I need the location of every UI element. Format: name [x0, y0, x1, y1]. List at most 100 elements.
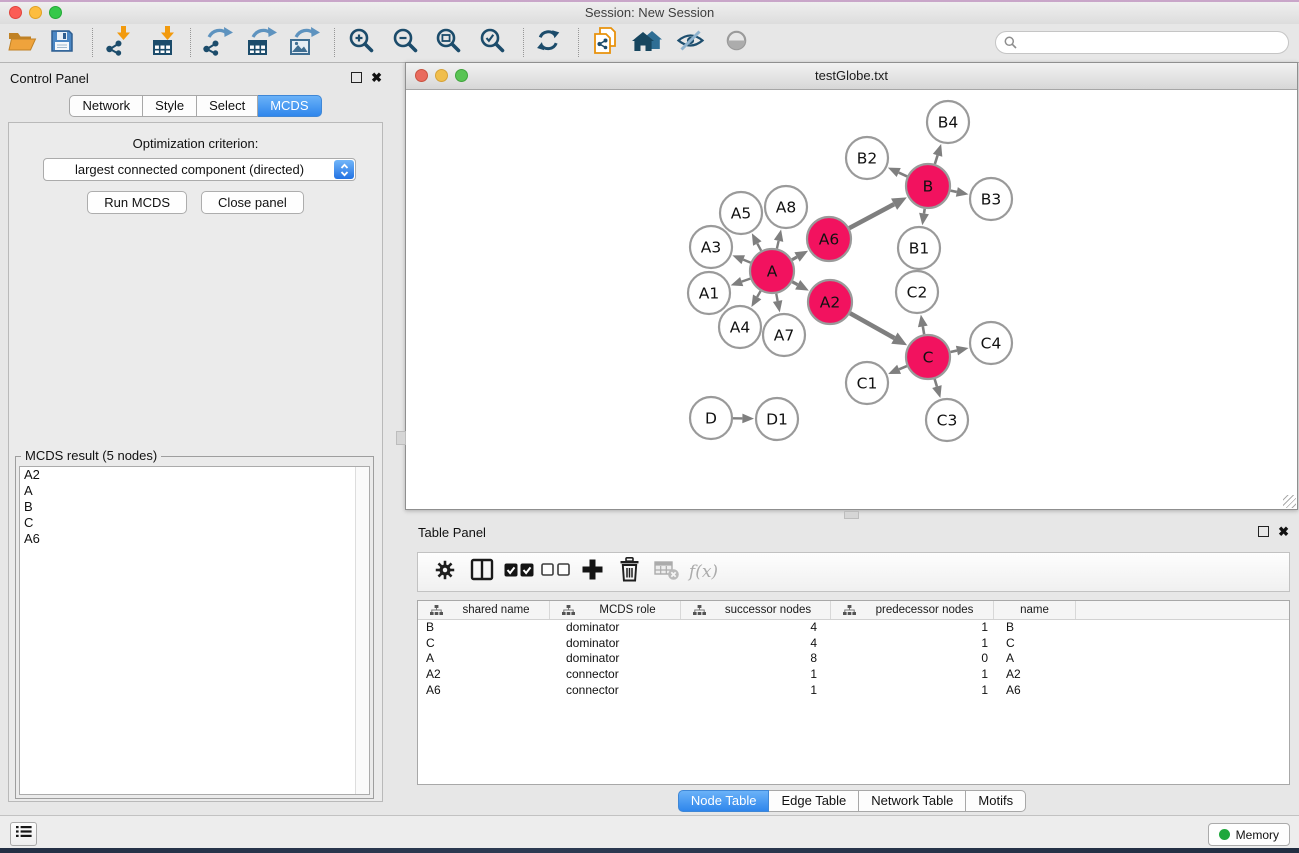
edge-arrowhead — [919, 213, 929, 225]
graph-edge-B-B3[interactable] — [951, 191, 957, 192]
close-panel-icon[interactable]: ✖ — [371, 72, 382, 83]
duplicate-network-button[interactable] — [585, 26, 625, 60]
mcds-result-scrollbar[interactable] — [355, 467, 369, 794]
table-row[interactable]: A6connector11A6 — [418, 683, 1289, 699]
mcds-result-item[interactable]: A2 — [20, 467, 369, 483]
tab-edge-table[interactable]: Edge Table — [769, 790, 859, 812]
edge-arrowhead — [731, 277, 744, 286]
close-network-button[interactable] — [415, 69, 428, 82]
minimize-network-button[interactable] — [435, 69, 448, 82]
export-table-button[interactable] — [241, 26, 281, 60]
show-columns-button[interactable] — [463, 555, 500, 589]
select-all-columns-button[interactable] — [500, 555, 537, 589]
column-header-successor-nodes[interactable]: successor nodes — [681, 601, 831, 619]
resize-grip-icon[interactable] — [1283, 495, 1296, 508]
run-mcds-button[interactable]: Run MCDS — [87, 191, 187, 214]
graph-edge-A-A4[interactable] — [757, 291, 760, 297]
homes-icon — [632, 29, 663, 58]
close-panel-button[interactable]: Close panel — [201, 191, 304, 214]
mcds-result-item[interactable]: B — [20, 499, 369, 515]
hide-panels-button[interactable] — [670, 26, 710, 60]
graph-edge-A-A6[interactable] — [792, 257, 797, 260]
import-table-button[interactable] — [146, 26, 186, 60]
graph-edge-A-A3[interactable] — [743, 260, 750, 263]
close-panel-icon[interactable]: ✖ — [1278, 526, 1289, 537]
close-window-button[interactable] — [9, 6, 22, 19]
function-builder-button[interactable]: f(x) — [685, 555, 722, 589]
zoom-in-button[interactable] — [341, 26, 381, 60]
graph-edge-B-B2[interactable] — [899, 173, 907, 177]
table-row[interactable]: A2connector11A2 — [418, 667, 1289, 683]
criterion-dropdown[interactable]: largest connected component (directed) — [43, 158, 356, 181]
graph-edge-A-A1[interactable] — [742, 279, 751, 282]
save-session-button[interactable] — [42, 26, 82, 60]
tab-network-table[interactable]: Network Table — [859, 790, 966, 812]
zoom-network-button[interactable] — [455, 69, 468, 82]
graph-edge-A-A5[interactable] — [757, 244, 761, 251]
graph-node-label: D1 — [766, 411, 788, 429]
mcds-result-item[interactable]: A6 — [20, 531, 369, 547]
tab-mcds[interactable]: MCDS — [258, 95, 321, 117]
zoom-window-button[interactable] — [49, 6, 62, 19]
tab-select[interactable]: Select — [197, 95, 258, 117]
table-cell: A6 — [994, 683, 1076, 699]
mcds-result-item[interactable]: C — [20, 515, 369, 531]
zoom-selected-button[interactable] — [472, 26, 512, 60]
delete-table-button[interactable] — [648, 555, 685, 589]
graph-edge-A6-B[interactable] — [849, 204, 894, 228]
network-canvas[interactable]: B4B2BB3A8A5A6A3B1AC2A1A2A4A7C4CC1DD1C3 — [406, 90, 1297, 509]
column-header-name[interactable]: name — [994, 601, 1076, 619]
graphics-details-button[interactable] — [716, 26, 756, 60]
deselect-all-columns-button[interactable] — [537, 555, 574, 589]
graph-edge-B-B1[interactable] — [924, 209, 925, 214]
table-cell: A — [994, 651, 1076, 667]
tab-motifs[interactable]: Motifs — [966, 790, 1026, 812]
graph-node-label: C4 — [981, 335, 1002, 353]
graph-edge-A-A7[interactable] — [776, 294, 777, 301]
column-type-icon — [837, 605, 856, 616]
apply-layout-button[interactable] — [528, 26, 568, 60]
network-overview-button[interactable] — [627, 26, 667, 60]
column-header-shared-name[interactable]: shared name — [418, 601, 550, 619]
graph-edge-C-C2[interactable] — [923, 326, 924, 334]
column-header-MCDS-role[interactable]: MCDS role — [550, 601, 681, 619]
import-network-button[interactable] — [100, 26, 140, 60]
column-header-predecessor-nodes[interactable]: predecessor nodes — [831, 601, 994, 619]
table-panel: Table Panel ✖ — [405, 520, 1299, 812]
float-panel-icon[interactable] — [351, 72, 362, 83]
tab-network[interactable]: Network — [69, 95, 143, 117]
graph-edge-A-A2[interactable] — [792, 282, 797, 285]
vertical-splitter-handle[interactable] — [396, 431, 406, 445]
horizontal-splitter-handle[interactable] — [844, 511, 859, 519]
search-input[interactable] — [1022, 33, 1281, 54]
float-panel-icon[interactable] — [1258, 526, 1269, 537]
tab-style[interactable]: Style — [143, 95, 197, 117]
minimize-window-button[interactable] — [29, 6, 42, 19]
graph-edge-C-C4[interactable] — [950, 351, 956, 352]
export-network-button[interactable] — [197, 26, 237, 60]
table-row[interactable]: Cdominator41C — [418, 636, 1289, 652]
tab-node-table[interactable]: Node Table — [678, 790, 770, 812]
create-column-button[interactable] — [574, 555, 611, 589]
table-row[interactable]: Bdominator41B — [418, 620, 1289, 636]
graph-edge-C-C1[interactable] — [899, 366, 907, 369]
table-cell: dominator — [550, 620, 681, 636]
task-history-button[interactable] — [10, 822, 37, 846]
column-type-icon — [424, 605, 443, 616]
graph-edge-A-A8[interactable] — [777, 241, 779, 249]
graph-edge-A2-C[interactable] — [850, 313, 894, 338]
zoom-out-button[interactable] — [385, 26, 425, 60]
table-settings-button[interactable] — [426, 555, 463, 589]
delete-columns-button[interactable] — [611, 555, 648, 589]
memory-button[interactable]: Memory — [1208, 823, 1290, 846]
table-row[interactable]: Adominator80A — [418, 651, 1289, 667]
zoom-fit-button[interactable] — [428, 26, 468, 60]
graph-edge-C-C3[interactable] — [935, 379, 937, 387]
open-session-button[interactable] — [2, 26, 42, 60]
edge-arrowhead — [932, 385, 941, 398]
refresh-arrows-icon — [535, 27, 562, 59]
mcds-result-item[interactable]: A — [20, 483, 369, 499]
export-table-icon — [244, 26, 278, 61]
graph-edge-B-B4[interactable] — [935, 155, 938, 164]
export-image-button[interactable] — [284, 26, 324, 60]
